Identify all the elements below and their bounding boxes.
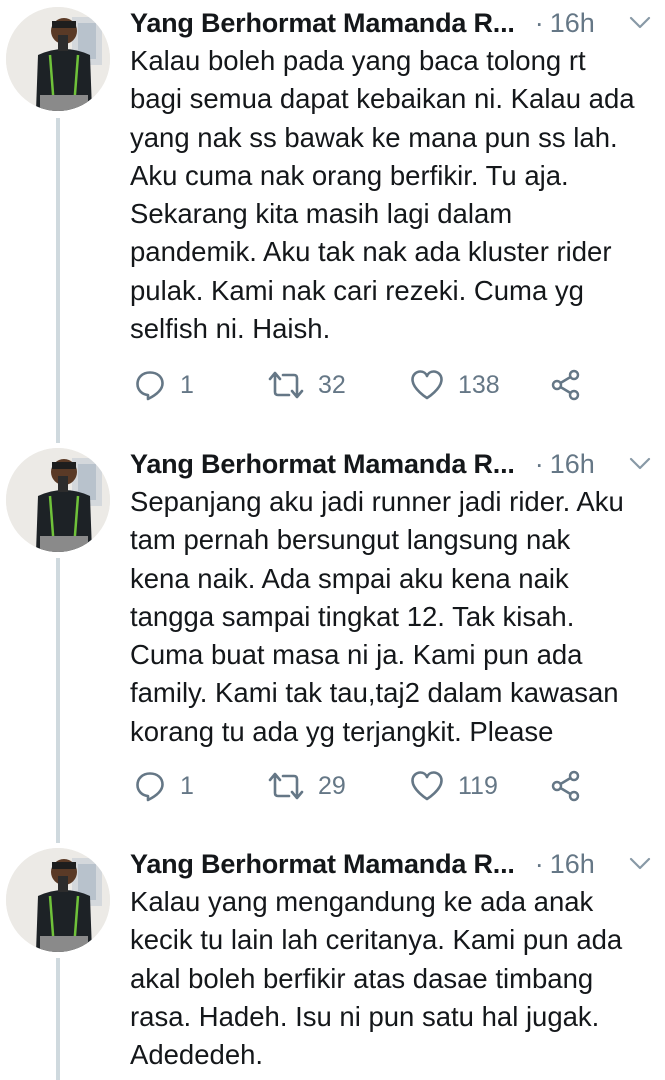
author-name[interactable]: Yang Berhormat Mamanda R... <box>130 846 515 882</box>
separator-dot: · <box>534 8 544 38</box>
retweet-count: 29 <box>318 771 346 800</box>
reply-icon <box>136 371 164 401</box>
share-button[interactable] <box>550 763 582 809</box>
tweet[interactable]: Yang Berhormat Mamanda R... · 16h Kalau … <box>0 0 665 401</box>
avatar[interactable] <box>6 848 110 952</box>
like-count: 138 <box>458 370 500 399</box>
tweet-actions: 1 32 138 <box>130 362 660 408</box>
timestamp[interactable]: 16h <box>550 446 595 482</box>
timestamp[interactable]: 16h <box>550 5 595 41</box>
avatar[interactable] <box>6 7 110 111</box>
like-count: 119 <box>458 771 498 800</box>
avatar-photo <box>6 848 110 952</box>
tweet-text: Sepanjang aku jadi runner jadi rider. Ak… <box>130 486 624 747</box>
reply-count: 1 <box>180 771 194 800</box>
retweet-icon <box>268 772 304 800</box>
retweet-count: 32 <box>318 370 346 399</box>
tweet[interactable]: Yang Berhormat Mamanda R... · 16h Kalau … <box>0 841 665 1080</box>
heart-icon <box>411 370 443 400</box>
like-button[interactable]: 138 <box>410 362 500 408</box>
chevron-down-icon[interactable] <box>628 854 652 874</box>
retweet-button[interactable]: 29 <box>268 763 346 809</box>
retweet-button[interactable]: 32 <box>268 362 346 408</box>
chevron-down-icon[interactable] <box>628 13 652 33</box>
reply-button[interactable]: 1 <box>134 763 194 809</box>
like-button[interactable]: 119 <box>410 763 498 809</box>
tweet-text: Kalau boleh pada yang baca tolong rt bag… <box>130 45 635 345</box>
timestamp[interactable]: 16h <box>550 846 595 882</box>
separator-dot: · <box>534 849 544 879</box>
reply-icon <box>136 772 164 802</box>
tweet-actions: 1 29 119 <box>130 763 660 809</box>
author-name[interactable]: Yang Berhormat Mamanda R... <box>130 5 515 41</box>
avatar-photo <box>6 7 110 111</box>
share-icon <box>551 770 580 802</box>
reply-count: 1 <box>180 370 194 399</box>
separator-dot: · <box>534 449 544 479</box>
tweet-text: Kalau yang mengandung ke ada anak kecik … <box>130 886 623 1071</box>
author-name[interactable]: Yang Berhormat Mamanda R... <box>130 446 515 482</box>
chevron-down-icon[interactable] <box>628 454 652 474</box>
avatar[interactable] <box>6 448 110 552</box>
share-button[interactable] <box>550 362 582 408</box>
retweet-icon <box>268 371 304 399</box>
share-icon <box>551 369 580 401</box>
heart-icon <box>411 771 443 801</box>
reply-button[interactable]: 1 <box>134 362 194 408</box>
tweet[interactable]: Yang Berhormat Mamanda R... · 16h Sepanj… <box>0 441 665 841</box>
avatar-photo <box>6 448 110 552</box>
